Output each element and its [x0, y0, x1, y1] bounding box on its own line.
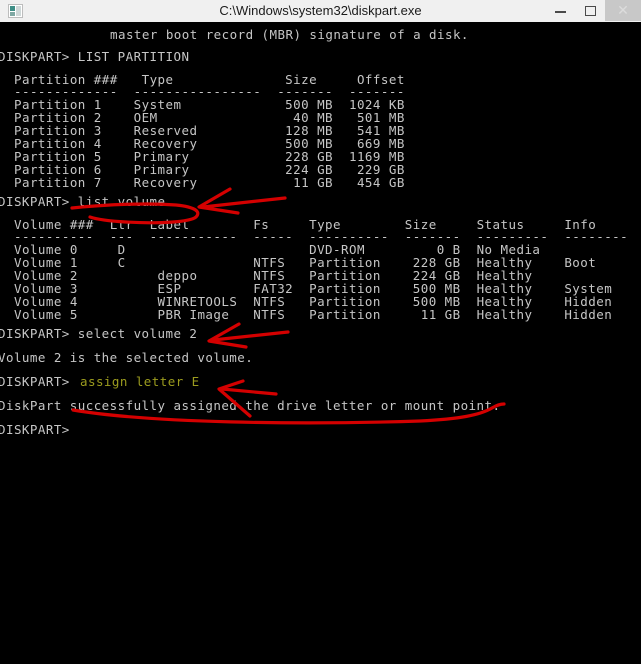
console-line-prompt-assign-cmd: assign letter E [80, 374, 200, 389]
maximize-icon [585, 6, 596, 16]
console-line-prompt-list-volume: DISKPART> list volume [0, 194, 166, 209]
minimize-icon [555, 11, 566, 13]
maximize-button[interactable] [575, 0, 605, 21]
console-output[interactable]: master boot record (MBR) signature of a … [0, 22, 641, 664]
console-line-result-assigned: DiskPart successfully assigned the drive… [0, 398, 501, 413]
close-button[interactable]: ✕ [605, 0, 641, 21]
diskpart-window: C:\Windows\system32\diskpart.exe ✕ maste… [0, 0, 641, 664]
console-line-prompt-final: DISKPART> [0, 422, 70, 437]
console-line-prompt-list-partition: DISKPART> LIST PARTITION [0, 49, 190, 64]
console-line-prompt-select-volume: DISKPART> select volume 2 [0, 326, 198, 341]
console-line-result-selected: Volume 2 is the selected volume. [0, 350, 254, 365]
title-bar: C:\Windows\system32\diskpart.exe ✕ [0, 0, 641, 23]
close-icon: ✕ [617, 2, 629, 18]
console-line-prompt-assign-prefix: DISKPART> [0, 374, 78, 389]
console-line-mbr-note: master boot record (MBR) signature of a … [110, 27, 469, 42]
minimize-button[interactable] [545, 0, 575, 21]
console-line-vol-row-5: Volume 5 PBR Image NTFS Partition 11 GB … [14, 307, 613, 322]
console-line-part-row-7: Partition 7 Recovery 11 GB 454 GB [14, 175, 405, 190]
